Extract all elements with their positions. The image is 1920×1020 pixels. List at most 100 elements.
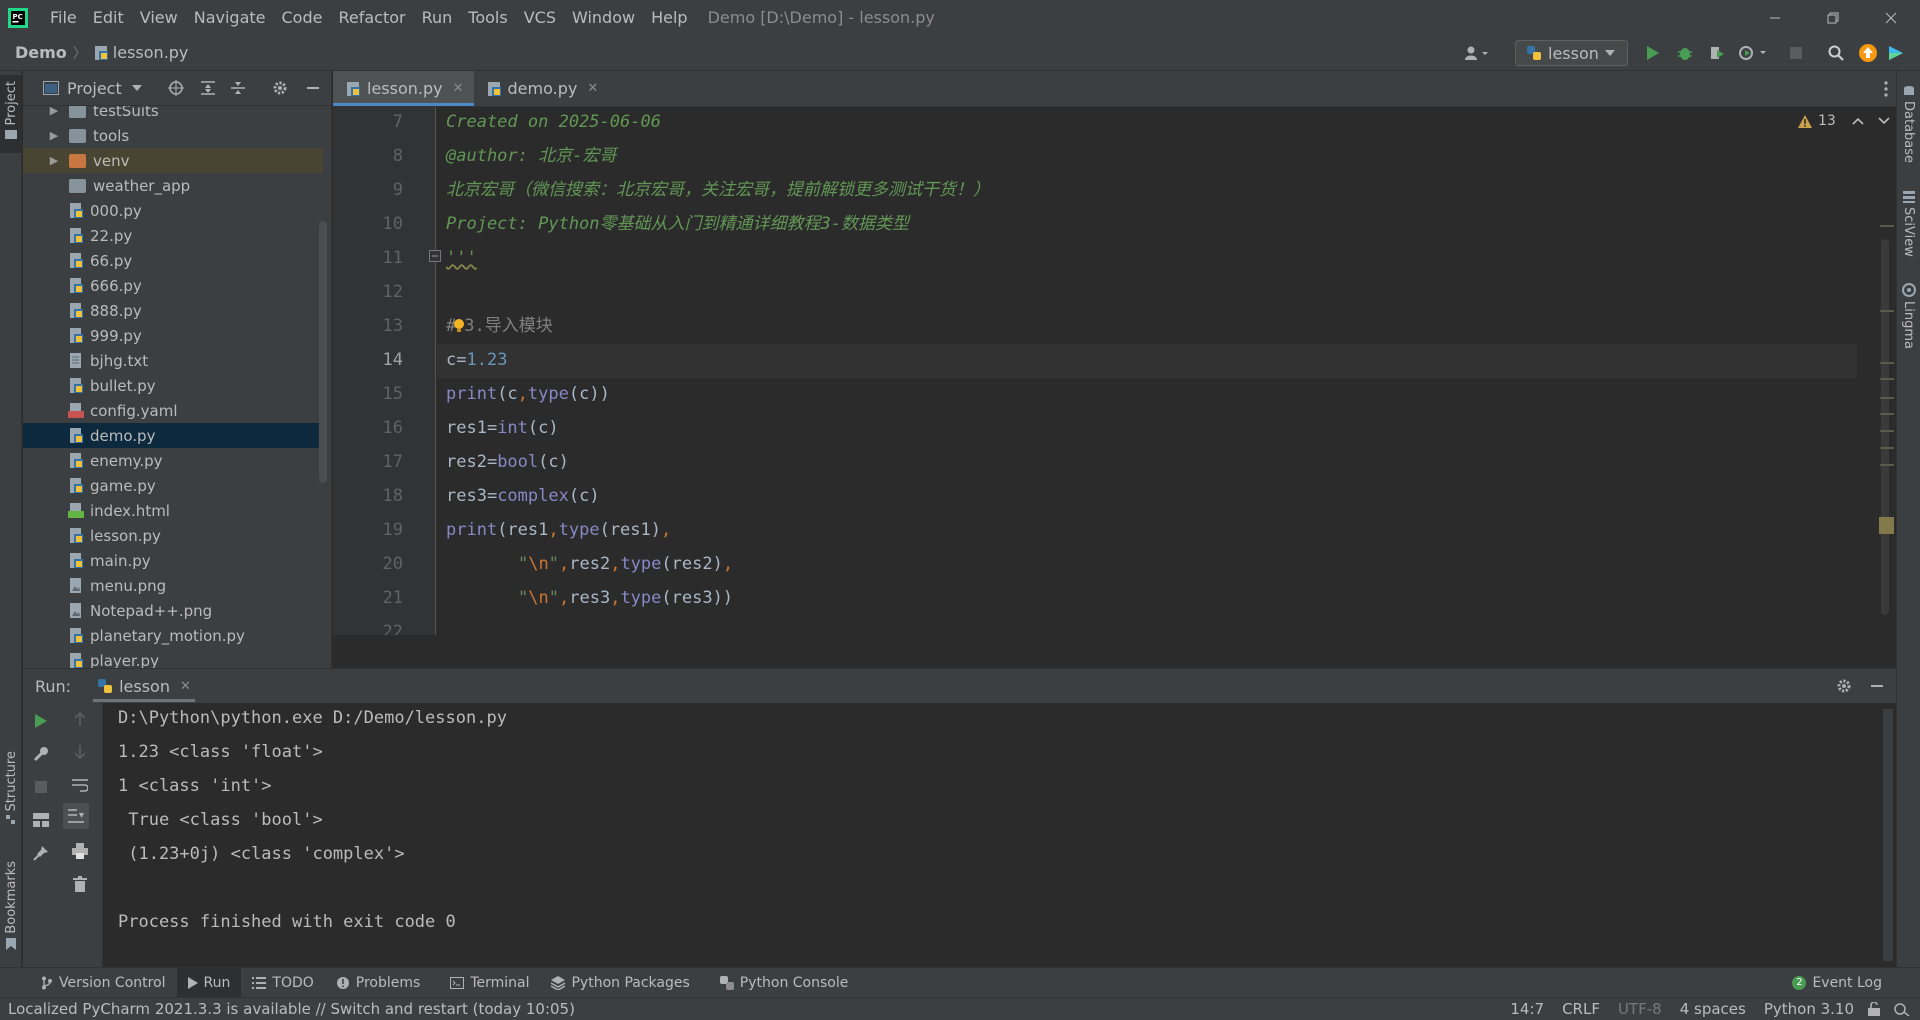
menu-edit[interactable]: Edit — [85, 0, 132, 35]
run-tab-lesson[interactable]: lesson ✕ — [93, 669, 195, 704]
tree-file[interactable]: 000.py — [23, 198, 323, 223]
tool-tab-event-log[interactable]: 2 Event Log — [1781, 968, 1920, 998]
tree-file[interactable]: 666.py — [23, 273, 323, 298]
pin-tab-button[interactable] — [31, 843, 51, 863]
run-configuration-select[interactable]: lesson — [1515, 40, 1628, 66]
close-tab-icon[interactable]: ✕ — [587, 81, 598, 96]
warning-mark[interactable] — [1880, 430, 1894, 432]
close-window-button[interactable] — [1862, 0, 1920, 35]
edit-config-button[interactable] — [31, 744, 51, 764]
coverage-button[interactable] — [1707, 43, 1727, 63]
plugin-logo-button[interactable] — [1886, 43, 1906, 63]
tree-file[interactable]: 66.py — [23, 248, 323, 273]
chevron-right-icon[interactable]: ▶ — [47, 129, 61, 142]
fold-marker-icon[interactable] — [429, 250, 441, 262]
tab-demo-py[interactable]: demo.py ✕ — [474, 71, 609, 106]
stop-button[interactable] — [1786, 43, 1806, 63]
structure-tool-button[interactable]: Structure — [0, 751, 22, 841]
updates-button[interactable] — [1858, 43, 1878, 63]
tool-tab-terminal[interactable]: Terminal — [439, 968, 540, 998]
tool-tab-todo[interactable]: TODO — [241, 968, 324, 998]
warning-mark[interactable] — [1880, 447, 1894, 449]
indent-setting[interactable]: 4 spaces — [1680, 1000, 1746, 1018]
scroll-down-button[interactable] — [70, 742, 90, 762]
debug-button[interactable] — [1675, 43, 1695, 63]
status-message[interactable]: Localized PyCharm 2021.3.3 is available … — [8, 1000, 575, 1018]
warning-mark[interactable] — [1880, 362, 1894, 364]
chevron-up-icon[interactable] — [1852, 117, 1864, 125]
menu-refactor[interactable]: Refactor — [330, 0, 413, 35]
restore-button[interactable] — [1804, 0, 1862, 35]
profile-button[interactable] — [1737, 43, 1771, 63]
tree-file[interactable]: demo.py — [23, 423, 323, 448]
menu-help[interactable]: Help — [643, 0, 695, 35]
clear-all-button[interactable] — [70, 874, 90, 894]
vcs-user-button[interactable] — [1462, 43, 1494, 63]
tree-file[interactable]: enemy.py — [23, 448, 323, 473]
breadcrumb-file[interactable]: lesson.py — [113, 43, 189, 62]
close-tab-icon[interactable]: ✕ — [453, 81, 464, 96]
python-interpreter[interactable]: Python 3.10 — [1764, 1000, 1854, 1018]
menu-code[interactable]: Code — [274, 0, 331, 35]
chevron-down-icon[interactable] — [131, 85, 142, 91]
locate-icon[interactable] — [167, 80, 184, 96]
scroll-up-button[interactable] — [70, 709, 90, 729]
tree-file[interactable]: bjhg.txt — [23, 348, 323, 373]
tree-file[interactable]: menu.png — [23, 573, 323, 598]
gear-icon[interactable] — [272, 80, 288, 96]
tree-file[interactable]: 22.py — [23, 223, 323, 248]
tab-actions-button[interactable] — [1884, 71, 1896, 106]
collapse-all-icon[interactable] — [230, 80, 246, 96]
chevron-right-icon[interactable]: ▶ — [47, 106, 61, 117]
tab-lesson-py[interactable]: lesson.py ✕ — [333, 71, 474, 106]
tree-file[interactable]: game.py — [23, 473, 323, 498]
project-tool-button[interactable]: Project — [0, 75, 22, 153]
tool-tab-python-packages[interactable]: Python Packages — [540, 968, 700, 998]
tree-file[interactable]: Notepad++.png — [23, 598, 323, 623]
stop-run-button[interactable] — [31, 777, 51, 797]
menu-window[interactable]: Window — [564, 0, 643, 35]
print-button[interactable] — [70, 841, 90, 861]
warning-mark[interactable] — [1880, 225, 1894, 227]
menu-navigate[interactable]: Navigate — [186, 0, 274, 35]
editor-scrollbar-thumb[interactable] — [1881, 239, 1889, 615]
warning-mark[interactable] — [1880, 310, 1894, 312]
tree-folder[interactable]: ▶ testSuits — [23, 106, 323, 123]
tree-file[interactable]: planetary_motion.py — [23, 623, 323, 648]
console-scrollbar[interactable] — [1883, 709, 1893, 961]
menu-run[interactable]: Run — [414, 0, 461, 35]
tree-file[interactable]: bullet.py — [23, 373, 323, 398]
close-tab-icon[interactable]: ✕ — [180, 679, 191, 694]
tool-tab-run[interactable]: Run — [176, 967, 242, 998]
menu-tools[interactable]: Tools — [460, 0, 515, 35]
tree-file[interactable]: lesson.py — [23, 523, 323, 548]
warning-mark[interactable] — [1880, 413, 1894, 415]
caret-position[interactable]: 14:7 — [1510, 1000, 1544, 1018]
tree-folder[interactable]: weather_app — [23, 173, 323, 198]
chevron-right-icon[interactable]: ▶ — [47, 154, 61, 167]
memory-indicator-icon[interactable] — [1894, 1002, 1910, 1016]
tree-file[interactable]: main.py — [23, 548, 323, 573]
code-editor[interactable]: 7 8 9 10 11 12 13 14 15 16 17 18 19 20 2… — [333, 107, 1896, 635]
tree-folder[interactable]: ▶ tools — [23, 123, 323, 148]
breadcrumb-project[interactable]: Demo — [15, 43, 67, 62]
tool-tab-problems[interactable]: Problems — [325, 968, 432, 998]
tree-scrollbar[interactable] — [319, 221, 327, 483]
expand-all-icon[interactable] — [200, 80, 216, 96]
menu-file[interactable]: File — [42, 0, 85, 35]
unlock-icon[interactable] — [1868, 1002, 1880, 1016]
warning-mark[interactable] — [1880, 378, 1894, 380]
warning-mark[interactable] — [1880, 464, 1894, 466]
rerun-button[interactable] — [31, 711, 51, 731]
tree-file[interactable]: player.py — [23, 648, 323, 668]
tree-file[interactable]: config.yaml — [23, 398, 323, 423]
search-everywhere-button[interactable] — [1826, 43, 1846, 63]
error-stripe[interactable] — [1876, 107, 1896, 635]
sciview-tool-button[interactable]: SciView — [1901, 191, 1916, 257]
database-tool-button[interactable]: Database — [1901, 85, 1916, 163]
tree-folder[interactable]: ▶ venv — [23, 148, 323, 173]
minimize-panel-icon[interactable] — [1870, 679, 1884, 693]
run-button[interactable] — [1643, 43, 1663, 63]
menu-view[interactable]: View — [132, 0, 186, 35]
bookmarks-tool-button[interactable]: Bookmarks — [0, 861, 22, 956]
